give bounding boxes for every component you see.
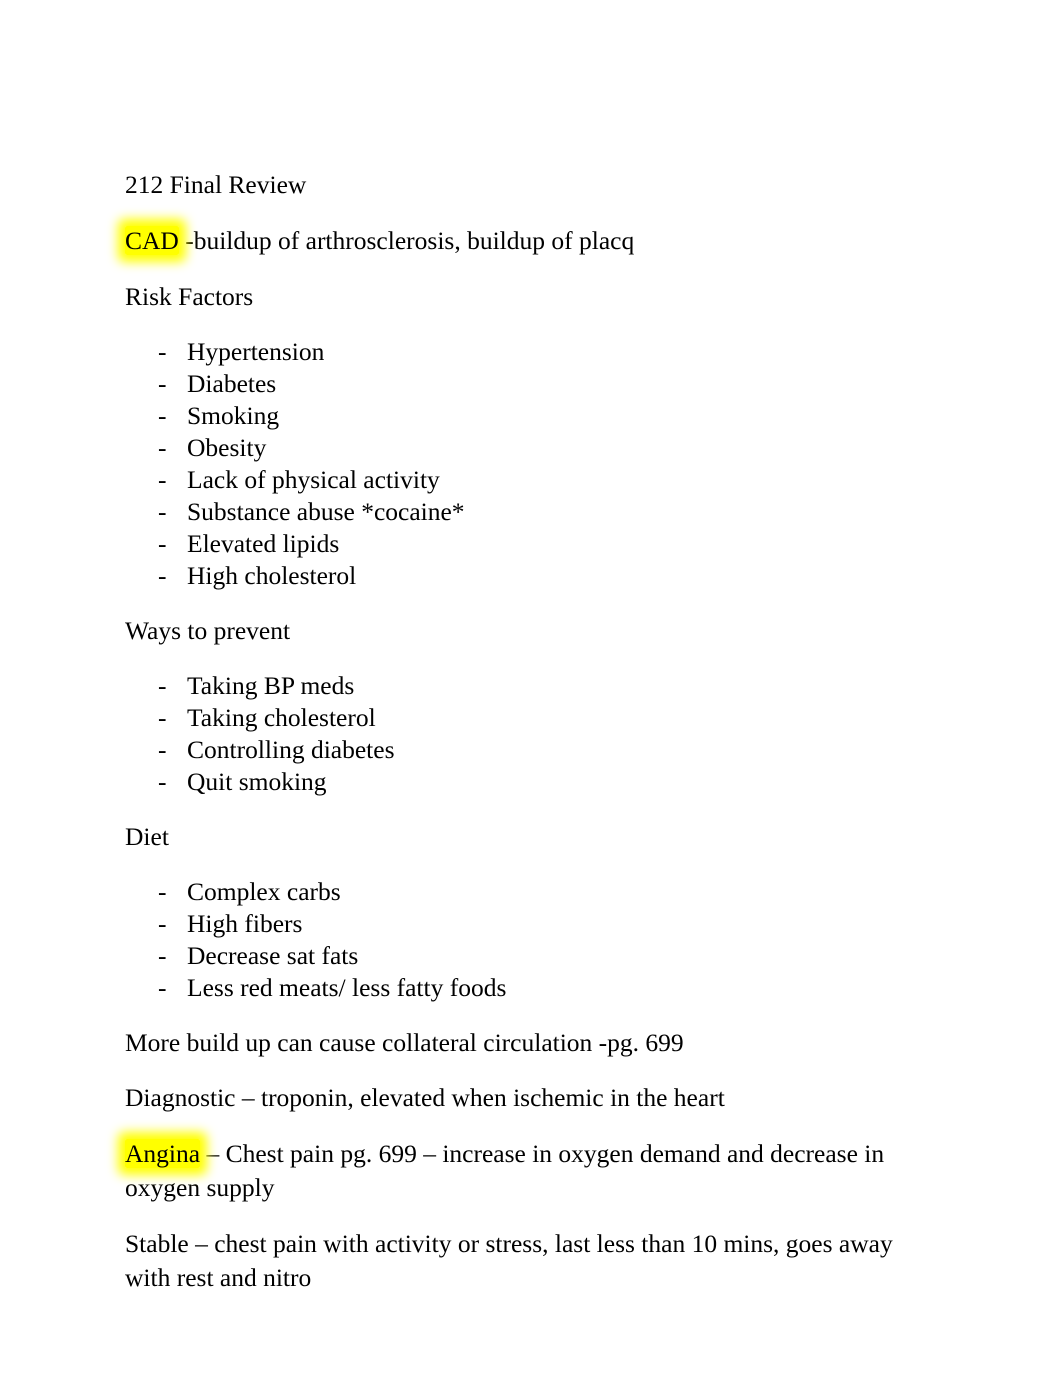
list-item: - Obesity (125, 432, 935, 464)
ways-to-prevent-list: - Taking BP meds - Taking cholesterol - Con… (125, 670, 935, 798)
document-title: 212 Final Review (125, 170, 307, 199)
dash-bullet-icon: - (158, 496, 167, 526)
list-item-label: Substance abuse *cocaine* (187, 496, 465, 526)
list-item-label: Hypertension (187, 336, 325, 366)
diet-heading: Diet (125, 821, 169, 851)
stable-angina-note: Stable – chest pain with activity or str… (125, 1229, 893, 1293)
cad-definition: CAD -buildup of arthrosclerosis, buildup… (125, 224, 935, 258)
list-item-label: Elevated lipids (187, 528, 340, 558)
collateral-circulation-note: More build up can cause collateral circu… (125, 1027, 684, 1057)
angina-definition: Angina – Chest pain pg. 699 – increase i… (125, 1137, 935, 1205)
angina-definition-rest: – Chest pain pg. 699 – increase in oxyge… (125, 1139, 885, 1203)
dash-bullet-icon: - (158, 670, 167, 700)
list-item: - Smoking (125, 400, 935, 432)
list-item-label: Smoking (187, 400, 280, 430)
diagnostic-note: Diagnostic – troponin, elevated when isc… (125, 1083, 725, 1113)
list-item-label: Taking cholesterol (187, 702, 376, 732)
list-item: - High cholesterol (125, 560, 935, 592)
list-item: - Decrease sat fats (125, 940, 935, 972)
list-item-label: Diabetes (187, 368, 277, 398)
list-item: - Substance abuse *cocaine* (125, 496, 935, 528)
list-item: - Taking cholesterol (125, 702, 935, 734)
list-item-label: High fibers (187, 908, 303, 938)
dash-bullet-icon: - (158, 702, 167, 732)
list-item: - Taking BP meds (125, 670, 935, 702)
list-item: - Hypertension (125, 336, 935, 368)
list-item-label: Decrease sat fats (187, 940, 359, 970)
dash-bullet-icon: - (158, 368, 167, 398)
diet-list: - Complex carbs - High fibers - Decrease sa… (125, 876, 935, 1004)
list-item-label: Less red meats/ less fatty foods (187, 972, 507, 1002)
list-item: - Elevated lipids (125, 528, 935, 560)
dash-bullet-icon: - (158, 464, 167, 494)
document-page: 212 Final Review CAD -buildup of arthros… (0, 0, 1062, 1377)
list-item-label: Controlling diabetes (187, 734, 395, 764)
list-item: - Diabetes (125, 368, 935, 400)
list-item-label: Lack of physical activity (187, 464, 440, 494)
dash-bullet-icon: - (158, 734, 167, 764)
list-item: - Complex carbs (125, 876, 935, 908)
cad-definition-rest: -buildup of arthrosclerosis, buildup of … (178, 225, 635, 255)
angina-highlight: Angina (125, 1139, 201, 1169)
list-item: - Quit smoking (125, 766, 935, 798)
dash-bullet-icon: - (158, 560, 167, 590)
dash-bullet-icon: - (158, 972, 167, 1002)
list-item-label: Complex carbs (187, 876, 341, 906)
cad-highlight: CAD (125, 225, 179, 255)
list-item-label: Quit smoking (187, 766, 327, 796)
list-item: - Lack of physical activity (125, 464, 935, 496)
dash-bullet-icon: - (158, 432, 167, 462)
dash-bullet-icon: - (158, 876, 167, 906)
risk-factors-heading: Risk Factors (125, 281, 254, 311)
dash-bullet-icon: - (158, 940, 167, 970)
list-item: - Controlling diabetes (125, 734, 935, 766)
list-item: - High fibers (125, 908, 935, 940)
dash-bullet-icon: - (158, 528, 167, 558)
ways-to-prevent-heading: Ways to prevent (125, 615, 291, 645)
list-item-label: High cholesterol (187, 560, 357, 590)
risk-factors-list: - Hypertension - Diabetes - Smoking - Obesit… (125, 336, 935, 592)
dash-bullet-icon: - (158, 400, 167, 430)
list-item-label: Taking BP meds (187, 670, 355, 700)
list-item-label: Obesity (187, 432, 267, 462)
dash-bullet-icon: - (158, 766, 167, 796)
dash-bullet-icon: - (158, 908, 167, 938)
dash-bullet-icon: - (158, 336, 167, 366)
document-body: 212 Final Review CAD -buildup of arthros… (125, 168, 935, 1295)
list-item: - Less red meats/ less fatty foods (125, 972, 935, 1004)
